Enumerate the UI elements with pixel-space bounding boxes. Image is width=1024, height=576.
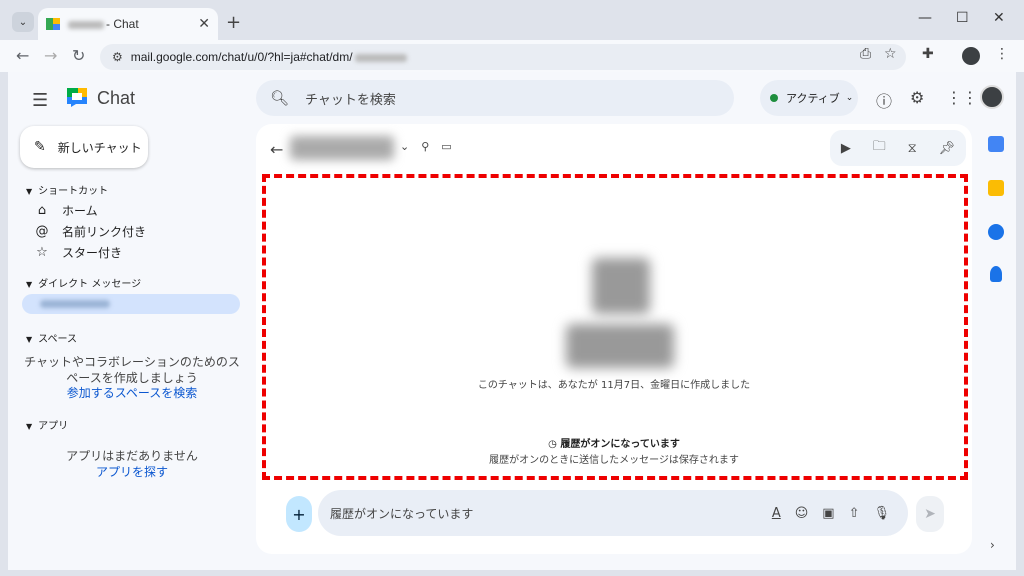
search-icon[interactable]: ⚲ bbox=[421, 140, 429, 153]
status-dropdown[interactable]: アクティブ ⌄ bbox=[760, 80, 858, 116]
new-tab-button[interactable]: + bbox=[226, 12, 241, 33]
sidebar-item-label: 名前リンク付き bbox=[62, 225, 147, 239]
tab-close-icon[interactable]: ✕ bbox=[198, 16, 210, 32]
star-icon: ☆ bbox=[36, 245, 48, 260]
browser-tabstrip: ⌄ - Chat ✕ + — ☐ ✕ bbox=[0, 0, 1024, 40]
tab-title: - Chat bbox=[68, 17, 198, 31]
tab-search-button[interactable]: ⌄ bbox=[12, 12, 34, 32]
browser-tab-chat[interactable]: - Chat ✕ bbox=[38, 8, 218, 40]
search-bar[interactable]: 🔍︎ チャットを検索 bbox=[256, 80, 734, 116]
dm-item-selected[interactable] bbox=[22, 294, 240, 314]
gear-icon[interactable]: ⚙ bbox=[910, 88, 924, 107]
pin-icon[interactable]: 📌︎ bbox=[939, 141, 956, 156]
caret-down-icon: ▼ bbox=[26, 422, 33, 431]
at-icon: @ bbox=[35, 224, 49, 239]
home-icon: ⌂ bbox=[37, 203, 47, 218]
site-settings-icon[interactable]: ⚙ bbox=[112, 50, 123, 64]
chevron-down-icon: ⌄ bbox=[845, 93, 854, 103]
caret-down-icon: ▼ bbox=[26, 187, 33, 196]
chat-favicon-icon bbox=[46, 18, 60, 30]
search-placeholder: チャットを検索 bbox=[305, 92, 396, 108]
shortcuts-header[interactable]: ▼ ショートカット bbox=[26, 182, 108, 197]
message-input[interactable]: 履歴がオンになっています A ☺ ▣ ⇧ 🎙︎ bbox=[318, 490, 908, 536]
conversation-panel: ← ⌄ ⚲ ▭ ▶ 🗀 ⧖ 📌︎ このチャットは、あなたが 11月7日、金曜日に… bbox=[256, 124, 972, 554]
sidebar-item-label: スター付き bbox=[62, 246, 123, 260]
status-label: アクティブ bbox=[786, 92, 840, 105]
profile-avatar[interactable] bbox=[962, 47, 980, 65]
history-icon: ◷ bbox=[548, 439, 561, 450]
conversation-actions: ▶ 🗀 ⧖ 📌︎ bbox=[830, 130, 966, 166]
forward-arrow-icon[interactable]: → bbox=[44, 46, 57, 65]
compose-tools: A ☺ ▣ ⇧ 🎙︎ bbox=[772, 506, 908, 521]
caret-down-icon: ▼ bbox=[26, 280, 33, 289]
minimize-button[interactable]: — bbox=[918, 10, 932, 26]
spaces-header[interactable]: ▼ スペース bbox=[26, 330, 77, 345]
history-on-title: ◷ 履歴がオンになっています bbox=[548, 439, 680, 450]
sticker-icon[interactable]: ▣ bbox=[822, 506, 834, 521]
help-icon[interactable]: ⓘ bbox=[876, 88, 892, 112]
add-attachment-button[interactable]: + bbox=[286, 496, 312, 532]
emoji-icon[interactable]: ☺ bbox=[795, 506, 809, 521]
keep-icon[interactable] bbox=[988, 180, 1004, 196]
blurred-name bbox=[68, 20, 104, 29]
chevron-right-icon[interactable]: › bbox=[990, 538, 995, 552]
sidebar-item-mentions[interactable]: @ 名前リンク付き bbox=[34, 223, 147, 240]
reload-icon[interactable]: ↻ bbox=[72, 46, 85, 65]
new-chat-button[interactable]: ✎ 新しいチャット bbox=[20, 126, 148, 168]
apps-header[interactable]: ▼ アプリ bbox=[26, 417, 68, 432]
app-name: Chat bbox=[97, 88, 136, 108]
chat-logo-icon bbox=[67, 88, 87, 107]
maximize-button[interactable]: ☐ bbox=[956, 10, 969, 26]
blurred-conversation-title bbox=[290, 136, 394, 160]
find-apps-link[interactable]: アプリを探す bbox=[22, 464, 242, 480]
picture-in-picture-icon[interactable]: ▭ bbox=[441, 140, 451, 153]
microphone-icon[interactable]: 🎙︎ bbox=[873, 506, 890, 521]
find-spaces-link[interactable]: 参加するスペースを検索 bbox=[22, 385, 242, 401]
new-chat-label: 新しいチャット bbox=[57, 140, 142, 155]
caret-down-icon: ▼ bbox=[26, 335, 33, 344]
blurred-contact-name bbox=[40, 300, 110, 308]
address-bar[interactable]: ⚙ mail.google.com/chat/u/0/?hl=ja#chat/d… bbox=[100, 44, 906, 70]
back-arrow-icon[interactable]: ← bbox=[270, 140, 283, 159]
blurred-avatar bbox=[592, 258, 650, 314]
extensions-icon[interactable]: ✚ bbox=[922, 46, 934, 62]
chevron-down-icon[interactable]: ⌄ bbox=[400, 140, 409, 153]
back-arrow-icon[interactable]: ← bbox=[16, 46, 29, 65]
calendar-icon[interactable] bbox=[988, 136, 1004, 152]
tasks-app-icon[interactable] bbox=[988, 224, 1004, 240]
spaces-empty-text: チャットやコラボレーションのためのスペースを作成しましょう bbox=[24, 355, 240, 385]
tasks-icon[interactable]: ⧖ bbox=[908, 141, 917, 156]
browser-menu-icon[interactable]: ⋮ bbox=[995, 46, 1009, 62]
hamburger-menu-icon[interactable]: ☰ bbox=[32, 90, 48, 111]
sidebar-item-home[interactable]: ⌂ ホーム bbox=[34, 202, 98, 219]
sidebar-item-label: ホーム bbox=[62, 204, 98, 218]
video-call-icon[interactable]: ▶ bbox=[841, 141, 851, 156]
blurred-contact-display-name bbox=[566, 324, 674, 368]
install-app-icon[interactable]: ⎙ bbox=[860, 46, 871, 62]
account-avatar[interactable] bbox=[980, 85, 1004, 109]
apps-empty-text: アプリはまだありません bbox=[66, 449, 198, 463]
conversation-header-icons: ⌄ ⚲ ▭ bbox=[400, 140, 452, 153]
blurred-url-part bbox=[354, 53, 407, 62]
close-window-button[interactable]: ✕ bbox=[993, 10, 1005, 26]
url-text: mail.google.com/chat/u/0/?hl=ja#chat/dm/ bbox=[131, 50, 407, 64]
folder-icon[interactable]: 🗀 bbox=[873, 137, 886, 159]
bookmark-star-icon[interactable]: ☆ bbox=[884, 46, 897, 62]
history-on-subtitle: 履歴がオンのときに送信したメッセージは保存されます bbox=[489, 455, 739, 466]
compose-placeholder: 履歴がオンになっています bbox=[330, 506, 474, 521]
send-button[interactable]: ➤ bbox=[916, 496, 944, 532]
chat-app: ☰ Chat 🔍︎ チャットを検索 アクティブ ⌄ ⓘ ⚙ ⋮⋮⋮ ✎ 新しいチ… bbox=[8, 72, 1016, 570]
sidebar-item-starred[interactable]: ☆ スター付き bbox=[34, 244, 122, 261]
new-chat-icon: ✎ bbox=[34, 139, 46, 155]
chat-created-text: このチャットは、あなたが 11月7日、金曜日に作成しました bbox=[477, 380, 751, 391]
browser-toolbar: ← → ↻ ⚙ mail.google.com/chat/u/0/?hl=ja#… bbox=[0, 40, 1024, 72]
text-format-icon[interactable]: A bbox=[772, 506, 781, 521]
upload-icon[interactable]: ⇧ bbox=[849, 506, 860, 521]
contacts-icon[interactable] bbox=[990, 266, 1002, 282]
dm-header[interactable]: ▼ ダイレクト メッセージ bbox=[26, 275, 141, 290]
status-dot bbox=[770, 94, 778, 102]
search-icon: 🔍︎ bbox=[270, 89, 290, 107]
